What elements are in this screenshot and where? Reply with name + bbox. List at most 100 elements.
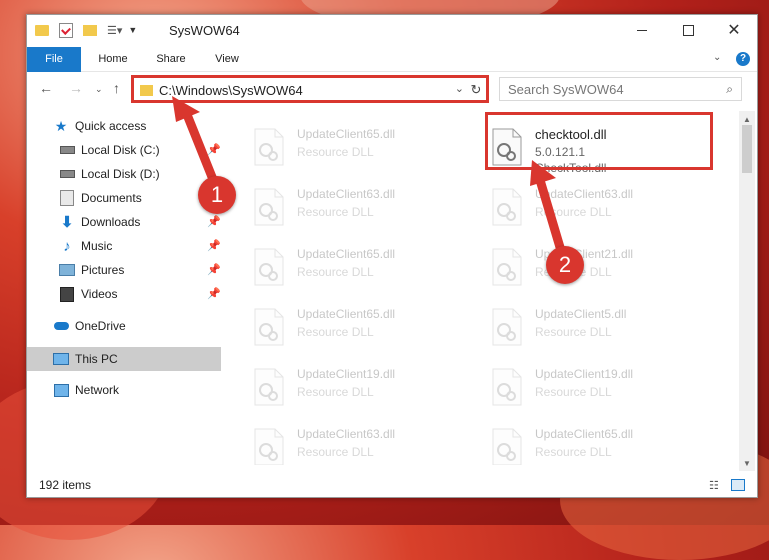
pin-icon[interactable]: 📌	[207, 287, 221, 300]
title-bar: ☰▾ ▼ SysWOW64 ✕	[27, 15, 757, 47]
dll-file-icon	[489, 247, 523, 287]
tab-view[interactable]: View	[203, 47, 251, 71]
file-item[interactable]: UpdateClient63.dll Resource DLL	[249, 423, 483, 465]
nav-item-network[interactable]: Network	[53, 379, 119, 401]
file-description: Resource DLL	[535, 385, 612, 399]
file-item[interactable]: UpdateClient65.dll Resource DLL	[249, 243, 483, 293]
file-name: UpdateClient5.dll	[535, 307, 627, 321]
folder-icon[interactable]	[35, 24, 49, 36]
star-icon: ★	[54, 117, 68, 134]
file-item[interactable]: UpdateClient19.dll Resource DLL	[249, 363, 483, 413]
nav-item-music[interactable]: ♪ Music	[59, 235, 112, 257]
file-item[interactable]: UpdateClient63.dll Resource DLL	[249, 183, 483, 233]
step-2-badge: 2	[546, 246, 584, 284]
help-icon[interactable]: ?	[736, 52, 750, 66]
file-description: Resource DLL	[297, 265, 374, 279]
file-item[interactable]: UpdateClient5.dll Resource DLL	[487, 303, 721, 353]
file-name: UpdateClient65.dll	[297, 247, 396, 261]
dll-file-icon	[251, 427, 285, 465]
tab-home[interactable]: Home	[89, 47, 137, 71]
file-description: Resource DLL	[297, 205, 374, 219]
close-button[interactable]: ✕	[711, 15, 757, 45]
dll-file-icon	[251, 367, 285, 407]
pictures-icon	[59, 262, 75, 278]
dll-file-icon	[251, 307, 285, 347]
item-count: 192 items	[39, 478, 92, 492]
file-description: Resource DLL	[297, 325, 374, 339]
nav-item-onedrive[interactable]: OneDrive	[53, 315, 126, 337]
quick-access-toolbar: ☰▾ ▼	[35, 21, 137, 39]
new-folder-icon[interactable]	[83, 24, 97, 36]
file-item[interactable]: UpdateClient19.dll Resource DLL	[487, 363, 721, 413]
nav-item-pictures[interactable]: Pictures	[59, 259, 124, 281]
nav-item-quick-access[interactable]: ★ Quick access	[53, 115, 147, 137]
up-arrow-icon[interactable]: ↑	[113, 80, 120, 96]
network-icon	[53, 382, 69, 398]
file-description: Resource DLL	[297, 445, 374, 459]
pin-icon[interactable]: 📌	[207, 239, 221, 252]
file-description: Resource DLL	[297, 145, 374, 159]
scroll-down-icon[interactable]: ▼	[739, 455, 755, 471]
documents-icon	[59, 190, 75, 206]
file-description: Resource DLL	[535, 205, 612, 219]
file-highlight	[485, 112, 713, 170]
file-name: UpdateClient65.dll	[297, 307, 396, 321]
file-description: Resource DLL	[297, 385, 374, 399]
expand-ribbon-icon[interactable]: ⌄	[713, 52, 721, 63]
file-item[interactable]: UpdateClient65.dll Resource DLL	[249, 123, 483, 173]
monitor-icon	[53, 351, 69, 367]
back-arrow-icon[interactable]: ←	[39, 80, 53, 96]
nav-item-videos[interactable]: Videos	[59, 283, 117, 305]
details-view-icon[interactable]: ☷	[709, 479, 719, 492]
minimize-button[interactable]	[619, 15, 665, 45]
minimize-icon	[637, 29, 647, 31]
customize-dropdown-icon[interactable]: ▼	[128, 25, 137, 35]
dll-file-icon	[489, 367, 523, 407]
nav-item-local-disk-d[interactable]: Local Disk (D:)	[59, 163, 160, 185]
file-item[interactable]: UpdateClient21.dllResource DLL	[487, 243, 721, 293]
forward-arrow-icon[interactable]: →	[69, 80, 83, 96]
pin-icon[interactable]: 📌	[207, 215, 221, 228]
recent-locations-icon[interactable]: ⌄	[95, 84, 103, 95]
dll-file-icon	[489, 427, 523, 465]
file-description: Resource DLL	[535, 325, 612, 339]
file-item[interactable]: UpdateClient63.dll Resource DLL	[487, 183, 721, 233]
navigation-pane: ★ Quick access Local Disk (C:) 📌 Local D…	[27, 111, 221, 465]
file-description: Resource DLL	[535, 445, 612, 459]
dll-file-icon	[251, 127, 285, 167]
status-bar: 192 items ☷	[27, 473, 757, 497]
vertical-scrollbar[interactable]: ▲ ▼	[739, 111, 755, 471]
file-name: UpdateClient63.dll	[535, 187, 634, 201]
maximize-icon	[682, 24, 694, 36]
search-placeholder: Search SysWOW64	[508, 81, 624, 97]
dll-file-icon	[251, 187, 285, 227]
nav-item-this-pc[interactable]: This PC	[53, 348, 118, 370]
nav-item-local-disk-c[interactable]: Local Disk (C:)	[59, 139, 160, 161]
nav-item-documents[interactable]: Documents	[59, 187, 142, 209]
step-1-badge: 1	[198, 176, 236, 214]
pin-icon[interactable]: 📌	[207, 143, 221, 156]
cloud-icon	[53, 318, 69, 334]
pin-icon[interactable]: 📌	[207, 263, 221, 276]
file-item[interactable]: UpdateClient65.dll Resource DLL	[249, 303, 483, 353]
customize-toolbar-icon[interactable]: ☰▾	[107, 24, 122, 37]
properties-icon[interactable]	[59, 22, 73, 38]
scrollbar-thumb[interactable]	[742, 125, 752, 173]
close-icon: ✕	[727, 22, 741, 39]
music-icon: ♪	[63, 237, 71, 255]
file-item[interactable]: UpdateClient65.dll Resource DLL	[487, 423, 721, 465]
file-name: UpdateClient63.dll	[297, 187, 396, 201]
file-name: UpdateClient19.dll	[535, 367, 634, 381]
ribbon: File Home Share View ⌄ ?	[27, 47, 757, 97]
drive-icon	[59, 166, 75, 182]
dll-file-icon	[489, 307, 523, 347]
file-name: UpdateClient65.dll	[535, 427, 634, 441]
tab-share[interactable]: Share	[147, 47, 195, 71]
nav-item-downloads[interactable]: ⬇ Downloads	[59, 211, 141, 233]
explorer-window: ☰▾ ▼ SysWOW64 ✕ File Home Share View ⌄ ?…	[26, 14, 758, 498]
maximize-button[interactable]	[665, 15, 711, 45]
large-icons-view-icon[interactable]	[731, 479, 745, 491]
videos-icon	[59, 286, 75, 302]
search-input[interactable]: Search SysWOW64 ⌕	[499, 77, 742, 101]
drive-icon	[59, 142, 75, 158]
